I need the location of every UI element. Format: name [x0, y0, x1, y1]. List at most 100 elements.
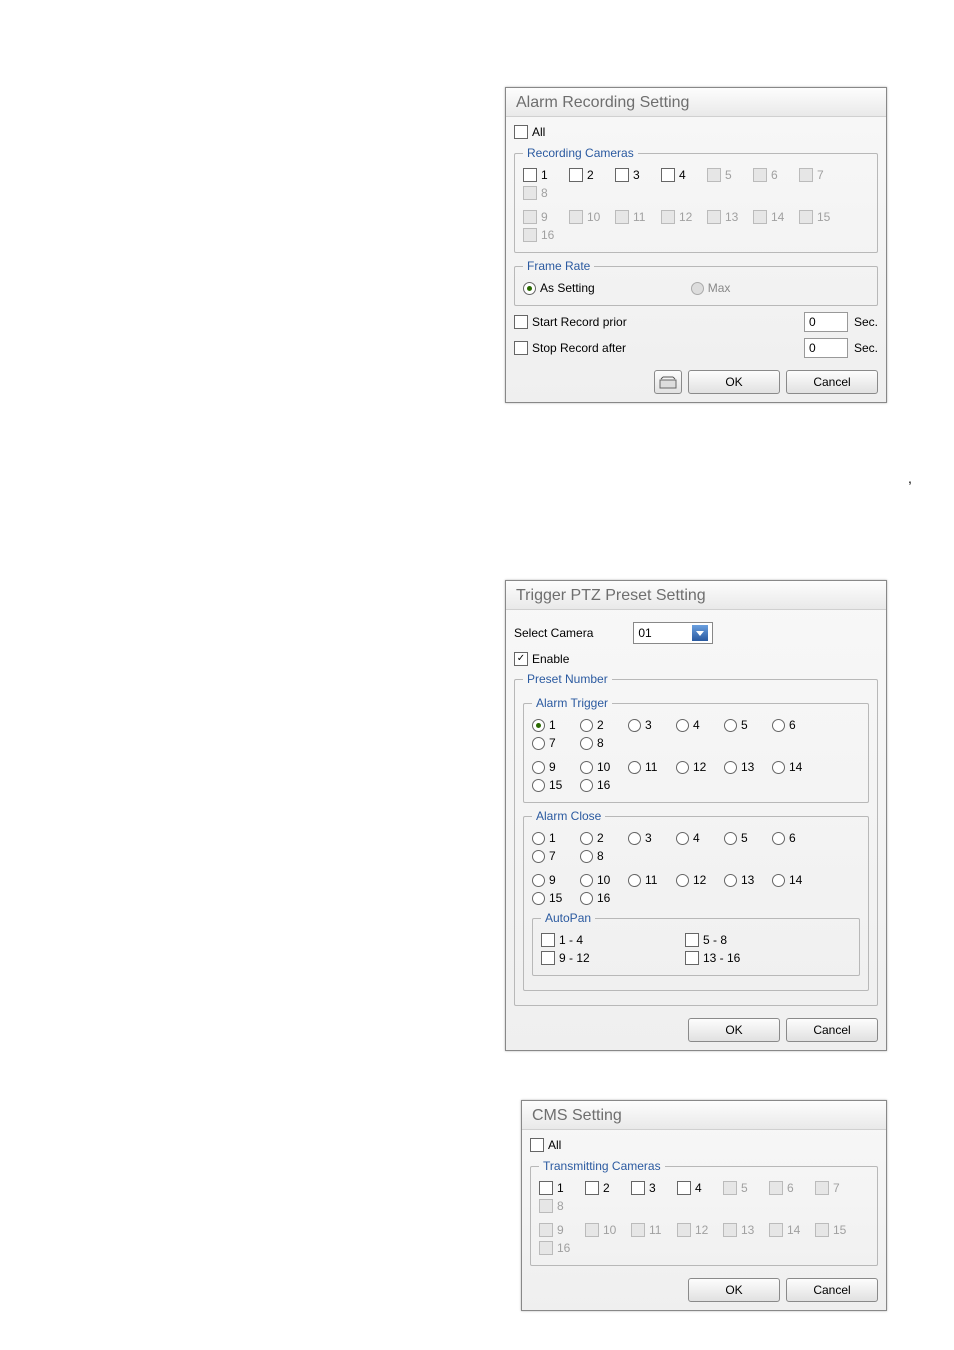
close-7-radio[interactable]: 7: [532, 849, 574, 863]
close-5-radio[interactable]: 5: [724, 831, 766, 845]
ptz-preset-dialog: Trigger PTZ Preset Setting Select Camera…: [505, 580, 887, 1051]
all-label: All: [532, 125, 545, 139]
camera-1-checkbox[interactable]: 1: [539, 1181, 581, 1195]
trigger-2-radio[interactable]: 2: [580, 718, 622, 732]
trigger-13-radio[interactable]: 13: [724, 760, 766, 774]
camera-11-checkbox: 11: [615, 210, 657, 224]
close-13-radio[interactable]: 13: [724, 873, 766, 887]
trigger-1-radio[interactable]: 1: [532, 718, 574, 732]
keyboard-icon-button[interactable]: [654, 370, 682, 394]
camera-9-checkbox: 9: [539, 1223, 581, 1237]
stray-comma: ,: [908, 470, 912, 486]
dialog-title: Trigger PTZ Preset Setting: [506, 581, 886, 610]
camera-3-checkbox[interactable]: 3: [631, 1181, 673, 1195]
close-9-radio[interactable]: 9: [532, 873, 574, 887]
camera-15-checkbox: 15: [815, 1223, 857, 1237]
alarm-close-legend: Alarm Close: [532, 809, 605, 823]
camera-4-checkbox[interactable]: 4: [677, 1181, 719, 1195]
trigger-12-radio[interactable]: 12: [676, 760, 718, 774]
camera-1-checkbox[interactable]: 1: [523, 168, 565, 182]
camera-7-checkbox: 7: [799, 168, 841, 182]
trigger-6-radio[interactable]: 6: [772, 718, 814, 732]
trigger-3-radio[interactable]: 3: [628, 718, 670, 732]
max-radio: Max: [691, 281, 731, 295]
trigger-4-radio[interactable]: 4: [676, 718, 718, 732]
as-setting-radio[interactable]: As Setting: [523, 281, 595, 295]
camera-12-checkbox: 12: [677, 1223, 719, 1237]
camera-5-checkbox: 5: [723, 1181, 765, 1195]
camera-4-checkbox[interactable]: 4: [661, 168, 703, 182]
dialog-title: Alarm Recording Setting: [506, 88, 886, 117]
ok-button[interactable]: OK: [688, 370, 780, 394]
camera-14-checkbox: 14: [769, 1223, 811, 1237]
trigger-14-radio[interactable]: 14: [772, 760, 814, 774]
camera-15-checkbox: 15: [799, 210, 841, 224]
autopan-5-8-checkbox[interactable]: 5 - 8: [685, 933, 727, 947]
trigger-9-radio[interactable]: 9: [532, 760, 574, 774]
preset-number-legend: Preset Number: [523, 672, 612, 686]
trigger-10-radio[interactable]: 10: [580, 760, 622, 774]
close-4-radio[interactable]: 4: [676, 831, 718, 845]
camera-13-checkbox: 13: [723, 1223, 765, 1237]
autopan-9-12-checkbox[interactable]: 9 - 12: [541, 951, 681, 965]
cancel-button[interactable]: Cancel: [786, 1278, 878, 1302]
ok-button[interactable]: OK: [688, 1278, 780, 1302]
recording-cameras-group: Recording Cameras 1 2 3 4 5 6 7 8 9 10 1…: [514, 146, 878, 253]
camera-2-checkbox[interactable]: 2: [569, 168, 611, 182]
alarm-trigger-group: Alarm Trigger 1 2 3 4 5 6 7 8 9 10 11 12…: [523, 696, 869, 803]
close-11-radio[interactable]: 11: [628, 873, 670, 887]
camera-16-checkbox: 16: [523, 228, 565, 242]
trigger-11-radio[interactable]: 11: [628, 760, 670, 774]
camera-12-checkbox: 12: [661, 210, 703, 224]
select-camera-value: 01: [638, 626, 651, 640]
camera-7-checkbox: 7: [815, 1181, 857, 1195]
transmitting-cameras-group: Transmitting Cameras 1 2 3 4 5 6 7 8 9 1…: [530, 1159, 878, 1266]
close-3-radio[interactable]: 3: [628, 831, 670, 845]
all-checkbox[interactable]: All: [530, 1138, 561, 1152]
camera-6-checkbox: 6: [769, 1181, 811, 1195]
autopan-legend: AutoPan: [541, 911, 595, 925]
trigger-5-radio[interactable]: 5: [724, 718, 766, 732]
frame-rate-legend: Frame Rate: [523, 259, 594, 273]
autopan-13-16-checkbox[interactable]: 13 - 16: [685, 951, 740, 965]
camera-10-checkbox: 10: [585, 1223, 627, 1237]
close-16-radio[interactable]: 16: [580, 891, 622, 905]
camera-9-checkbox: 9: [523, 210, 565, 224]
dialog-title: CMS Setting: [522, 1101, 886, 1130]
camera-8-checkbox: 8: [539, 1199, 581, 1213]
stop-record-after-checkbox[interactable]: Stop Record after: [514, 341, 626, 355]
cms-setting-dialog: CMS Setting All Transmitting Cameras 1 2…: [521, 1100, 887, 1311]
trigger-7-radio[interactable]: 7: [532, 736, 574, 750]
start-record-prior-checkbox[interactable]: Start Record prior: [514, 315, 627, 329]
alarm-close-group: Alarm Close 1 2 3 4 5 6 7 8 9 10 11 12 1…: [523, 809, 869, 991]
close-2-radio[interactable]: 2: [580, 831, 622, 845]
close-14-radio[interactable]: 14: [772, 873, 814, 887]
close-15-radio[interactable]: 15: [532, 891, 574, 905]
trigger-8-radio[interactable]: 8: [580, 736, 622, 750]
camera-13-checkbox: 13: [707, 210, 749, 224]
alarm-recording-dialog: Alarm Recording Setting All Recording Ca…: [505, 87, 887, 403]
cancel-button[interactable]: Cancel: [786, 370, 878, 394]
stop-record-after-input[interactable]: 0: [804, 338, 848, 358]
close-8-radio[interactable]: 8: [580, 849, 622, 863]
close-10-radio[interactable]: 10: [580, 873, 622, 887]
ok-button[interactable]: OK: [688, 1018, 780, 1042]
close-12-radio[interactable]: 12: [676, 873, 718, 887]
all-checkbox[interactable]: All: [514, 125, 545, 139]
close-6-radio[interactable]: 6: [772, 831, 814, 845]
transmitting-cameras-legend: Transmitting Cameras: [539, 1159, 665, 1173]
camera-10-checkbox: 10: [569, 210, 611, 224]
frame-rate-group: Frame Rate As Setting Max: [514, 259, 878, 306]
start-record-prior-input[interactable]: 0: [804, 312, 848, 332]
trigger-15-radio[interactable]: 15: [532, 778, 574, 792]
cancel-button[interactable]: Cancel: [786, 1018, 878, 1042]
select-camera-dropdown[interactable]: 01: [633, 622, 713, 644]
enable-checkbox[interactable]: ✓Enable: [514, 652, 569, 666]
close-1-radio[interactable]: 1: [532, 831, 574, 845]
camera-6-checkbox: 6: [753, 168, 795, 182]
autopan-1-4-checkbox[interactable]: 1 - 4: [541, 933, 681, 947]
camera-3-checkbox[interactable]: 3: [615, 168, 657, 182]
trigger-16-radio[interactable]: 16: [580, 778, 622, 792]
camera-8-checkbox: 8: [523, 186, 565, 200]
camera-2-checkbox[interactable]: 2: [585, 1181, 627, 1195]
